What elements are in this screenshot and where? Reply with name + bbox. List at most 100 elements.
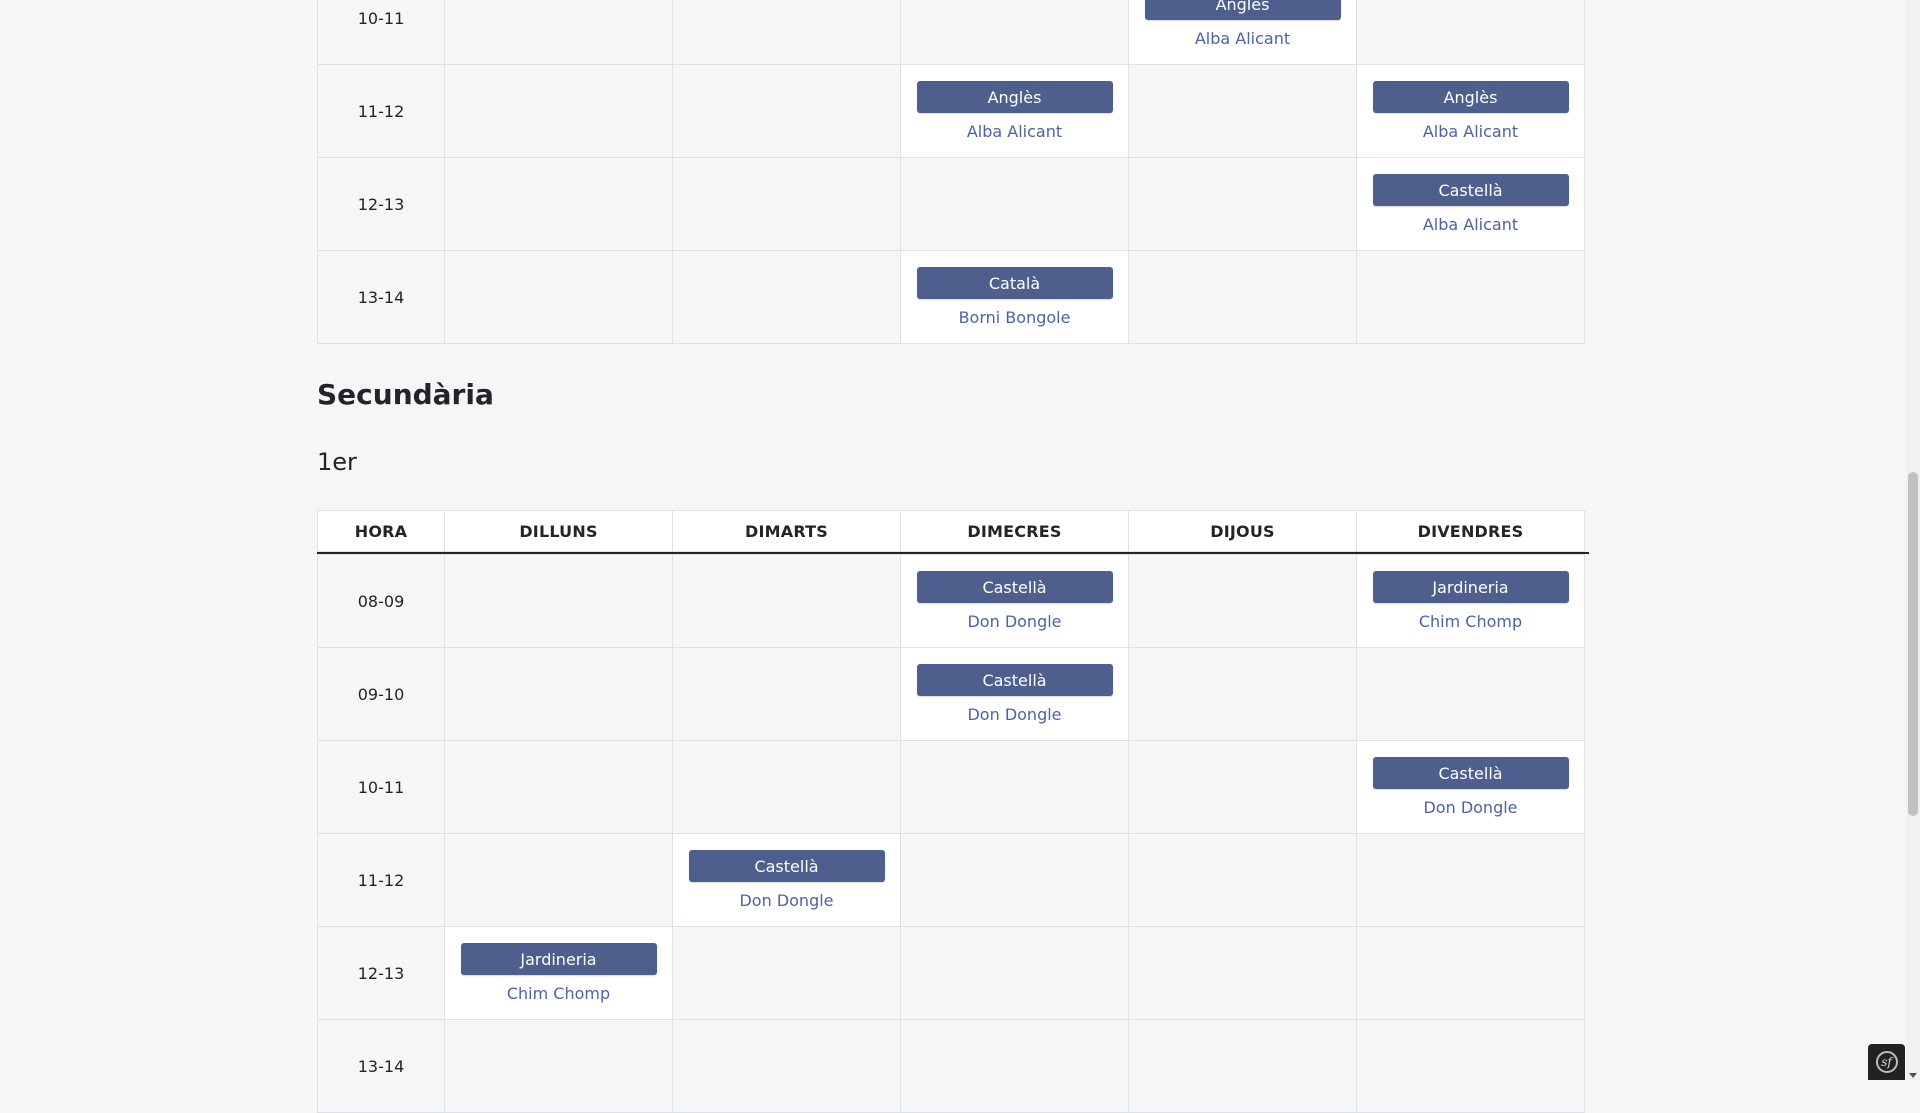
subject-badge[interactable]: Castellà [688,850,885,882]
schedule-cell: Anglès Alba Alicant [1128,0,1357,65]
schedule-cell [444,833,673,927]
hour-cell: 09-10 [317,647,445,741]
table-row: 10-11 Castellà Don Dongle [317,740,1589,834]
schedule-cell [672,740,901,834]
subject-badge[interactable]: Jardineria [460,943,657,975]
table-row: 13-14 Català Borni Bongole [317,250,1589,344]
schedule-cell [444,1019,673,1113]
teacher-link[interactable]: Alba Alicant [1423,215,1518,234]
teacher-link[interactable]: Don Dongle [739,891,833,910]
schedule-cell [444,0,673,65]
schedule-cell [672,157,901,251]
subject-badge[interactable]: Català [916,267,1113,299]
table-row: 08-09 Castellà Don Dongle Jardineria Chim Ch… [317,554,1589,648]
subject-badge[interactable]: Castellà [1372,757,1569,789]
schedule-cell [1356,647,1585,741]
schedule-cell [1356,0,1585,65]
table-row: 11-12 Anglès Alba Alicant Anglès Alba Alican… [317,64,1589,158]
hour-cell: 12-13 [317,157,445,251]
schedule-cell [1128,926,1357,1020]
hour-cell: 10-11 [317,740,445,834]
column-header: DIJOUS [1128,510,1357,552]
schedule-cell [900,740,1129,834]
schedule-cell: Castellà Don Dongle [1356,740,1585,834]
schedule-cell [900,157,1129,251]
vertical-scrollbar[interactable] [1906,0,1920,1080]
column-header: DIMECRES [900,510,1129,552]
teacher-link[interactable]: Don Dongle [967,612,1061,631]
hour-cell: 12-13 [317,926,445,1020]
teacher-link[interactable]: Alba Alicant [967,122,1062,141]
schedule-cell: Castellà Don Dongle [900,647,1129,741]
hour-label: 08-09 [357,591,405,611]
hour-label: 12-13 [357,963,405,983]
teacher-link[interactable]: Don Dongle [967,705,1061,724]
schedule-cell [444,250,673,344]
schedule-cell [900,1019,1129,1113]
teacher-link[interactable]: Don Dongle [1423,798,1517,817]
schedule-cell [672,647,901,741]
schedule-cell [1356,250,1585,344]
schedule-cell [672,64,901,158]
table-row: 10-11 Anglès Alba Alicant [317,0,1589,65]
subject-badge[interactable]: Anglès [916,81,1113,113]
schedule-cell [672,250,901,344]
schedule-cell [1128,554,1357,648]
hour-label: 12-13 [357,194,405,214]
scroll-down-arrow-icon[interactable] [1909,1073,1917,1078]
column-header: DIMARTS [672,510,901,552]
schedule-cell [1356,1019,1585,1113]
schedule-cell [444,554,673,648]
hour-cell: 13-14 [317,1019,445,1113]
subject-badge[interactable]: Castellà [916,664,1113,696]
schedule-cell [1128,157,1357,251]
schedule-cell [1356,833,1585,927]
hour-label: 11-12 [357,870,405,890]
schedule-table-secondary: HORA DILLUNS DIMARTS DIMECRES DIJOUS DIVENDRE… [317,510,1589,1113]
teacher-link[interactable]: Alba Alicant [1423,122,1518,141]
schedule-cell [672,554,901,648]
table-row: 12-13 Castellà Alba Alicant [317,157,1589,251]
schedule-cell [672,926,901,1020]
schedule-cell: Castellà Don Dongle [900,554,1129,648]
teacher-link[interactable]: Chim Chomp [507,984,610,1003]
subject-badge[interactable]: Castellà [1372,174,1569,206]
schedule-cell [1356,926,1585,1020]
table-row: 11-12 Castellà Don Dongle [317,833,1589,927]
schedule-cell: Castellà Don Dongle [672,833,901,927]
subject-badge[interactable]: Anglès [1144,0,1341,20]
column-header: DILLUNS [444,510,673,552]
scrollbar-thumb[interactable] [1908,472,1918,816]
schedule-cell [1128,64,1357,158]
column-header: HORA [317,510,445,552]
hour-cell: 13-14 [317,250,445,344]
table-row: 09-10 Castellà Don Dongle [317,647,1589,741]
subject-badge[interactable]: Anglès [1372,81,1569,113]
hour-label: 13-14 [357,1056,405,1076]
schedule-cell [1128,250,1357,344]
schedule-cell [444,64,673,158]
hour-cell: 10-11 [317,0,445,65]
schedule-table-primary: 10-11 Anglès Alba Alicant 11-12 Anglès Alba A… [317,0,1589,344]
hour-label: 10-11 [357,777,405,797]
teacher-link[interactable]: Alba Alicant [1195,29,1290,48]
subject-badge[interactable]: Jardineria [1372,571,1569,603]
schedule-cell [1128,1019,1357,1113]
schedule-cell: Anglès Alba Alicant [900,64,1129,158]
subject-badge[interactable]: Castellà [916,571,1113,603]
column-header: DIVENDRES [1356,510,1585,552]
schedule-cell [900,833,1129,927]
schedule-cell [900,0,1129,65]
year-title: 1er [317,448,357,476]
hour-label: 13-14 [357,287,405,307]
schedule-cell [900,926,1129,1020]
schedule-cell [1128,740,1357,834]
teacher-link[interactable]: Borni Bongole [959,308,1071,327]
teacher-link[interactable]: Chim Chomp [1419,612,1522,631]
schedule-cell [672,1019,901,1113]
hour-label: 11-12 [357,101,405,121]
hour-label: 09-10 [357,684,405,704]
section-title: Secundària [317,378,494,411]
schedule-cell [444,157,673,251]
symfony-toolbar-button[interactable]: sf [1868,1044,1905,1080]
